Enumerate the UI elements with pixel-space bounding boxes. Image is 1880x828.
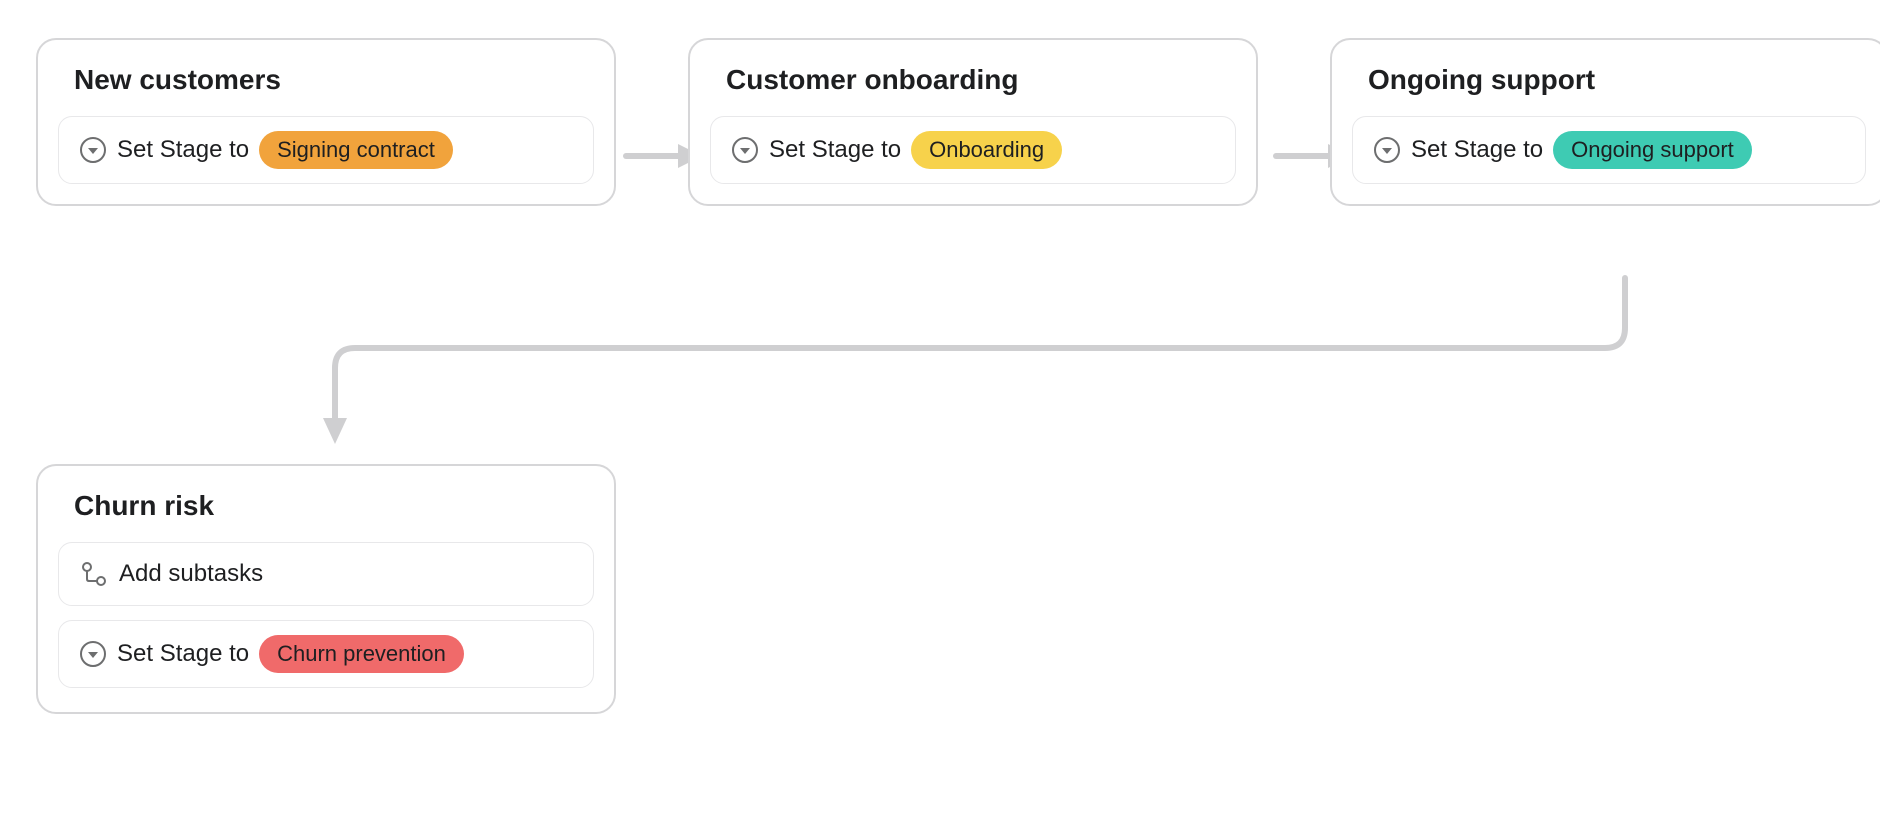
stage-pill-ongoing-support[interactable]: Ongoing support [1553,131,1752,169]
action-set-stage[interactable]: Set Stage to Signing contract [58,116,594,184]
node-new-customers[interactable]: New customers Set Stage to Signing contr… [36,38,616,206]
action-label: Set Stage to [117,136,249,164]
dropdown-icon [79,136,107,164]
action-label: Add subtasks [119,560,263,588]
action-add-subtasks[interactable]: Add subtasks [58,542,594,606]
stage-pill-onboarding[interactable]: Onboarding [911,131,1062,169]
action-set-stage[interactable]: Set Stage to Ongoing support [1352,116,1866,184]
action-set-stage[interactable]: Set Stage to Onboarding [710,116,1236,184]
action-label: Set Stage to [769,136,901,164]
action-label: Set Stage to [117,640,249,668]
action-label: Set Stage to [1411,136,1543,164]
node-title: Customer onboarding [710,64,1236,96]
dropdown-icon [79,640,107,668]
node-title: Churn risk [58,490,594,522]
arrow-elbow-down [323,278,1625,444]
stage-pill-churn-prevention[interactable]: Churn prevention [259,635,464,673]
node-title: New customers [58,64,594,96]
node-customer-onboarding[interactable]: Customer onboarding Set Stage to Onboard… [688,38,1258,206]
action-set-stage[interactable]: Set Stage to Churn prevention [58,620,594,688]
node-ongoing-support[interactable]: Ongoing support Set Stage to Ongoing sup… [1330,38,1880,206]
stage-pill-signing-contract[interactable]: Signing contract [259,131,453,169]
node-churn-risk[interactable]: Churn risk Add subtasks Set Stage to Chu… [36,464,616,714]
workflow-canvas: New customers Set Stage to Signing contr… [0,0,1880,828]
node-title: Ongoing support [1352,64,1866,96]
dropdown-icon [731,136,759,164]
subtask-icon [79,559,109,589]
dropdown-icon [1373,136,1401,164]
